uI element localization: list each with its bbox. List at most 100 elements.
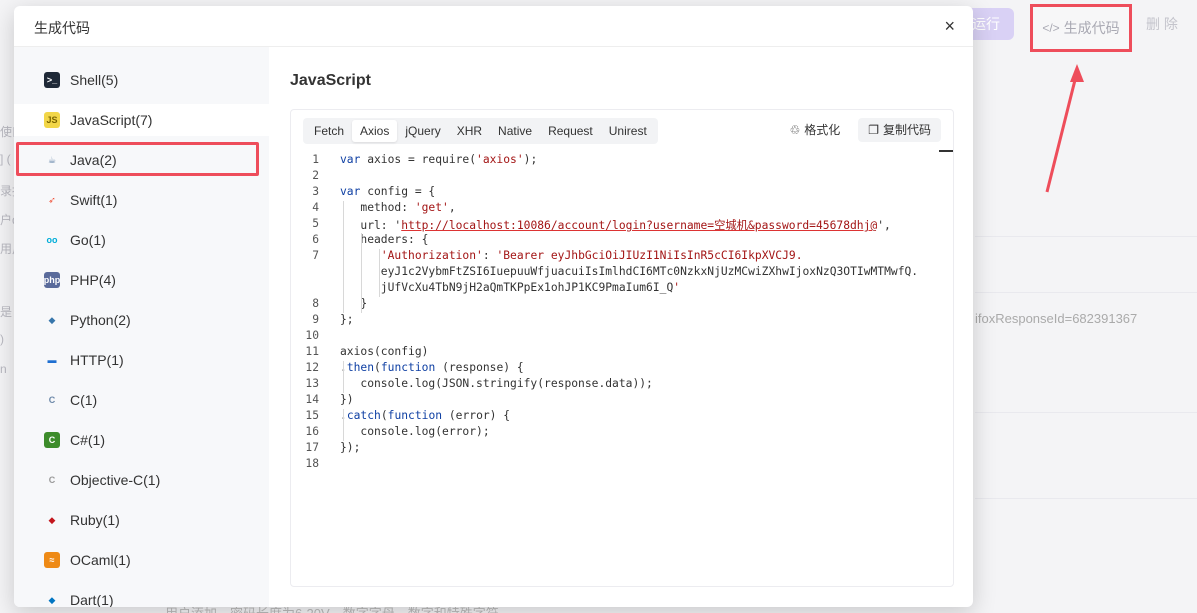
line-number: 15 — [305, 409, 319, 422]
line-number: 16 — [305, 425, 319, 438]
indent-guide — [361, 233, 362, 313]
tab-native[interactable]: Native — [490, 120, 540, 142]
line-number: 13 — [305, 377, 319, 390]
language-item-http[interactable]: ▬ HTTP(1) — [14, 344, 269, 376]
line-number: 14 — [305, 393, 319, 406]
java-icon: ☕ — [47, 154, 57, 165]
modal-body: >_ Shell(5) JS JavaScript(7) ☕ Java(2) ➶ Swift(… — [14, 46, 973, 607]
language-label: C#(1) — [70, 432, 106, 448]
language-item-javascript[interactable]: JS JavaScript(7) — [14, 104, 269, 136]
scrollbar[interactable] — [939, 150, 953, 152]
language-item-objective-c[interactable]: C Objective-C(1) — [14, 464, 269, 496]
code-line: } — [340, 297, 368, 310]
code-line: .then(function (response) { — [340, 361, 524, 374]
tab-request[interactable]: Request — [540, 120, 601, 142]
language-item-swift[interactable]: ➶ Swift(1) — [14, 184, 269, 216]
indent-guide — [343, 361, 344, 393]
language-label: HTTP(1) — [70, 352, 124, 368]
copy-label: 复制代码 — [882, 123, 931, 137]
go-icon: oo — [46, 235, 58, 245]
dart-icon: ◆ — [48, 594, 56, 605]
copy-icon: ❐ — [868, 123, 879, 137]
line-number: 3 — [312, 185, 319, 198]
tab-jquery[interactable]: jQuery — [397, 120, 448, 142]
line-number: 7 — [312, 249, 319, 262]
line-number: 10 — [305, 329, 319, 342]
language-item-ruby[interactable]: ◆ Ruby(1) — [14, 504, 269, 536]
indent-guide — [379, 249, 380, 297]
code-line: }; — [340, 313, 354, 326]
tab-unirest[interactable]: Unirest — [601, 120, 655, 142]
language-item-shell[interactable]: >_ Shell(5) — [14, 64, 269, 96]
tab-axios[interactable]: Axios — [352, 120, 398, 142]
http-icon: ▬ — [47, 355, 57, 365]
modal-title: 生成代码 — [34, 20, 90, 36]
code-line: url: 'http://localhost:10086/account/log… — [340, 219, 891, 232]
code-line: headers: { — [340, 233, 429, 246]
library-tabs: Fetch Axios jQuery XHR Native Request Unirest — [303, 118, 658, 144]
line-number: 9 — [312, 313, 319, 326]
code-line: method: 'get', — [340, 201, 456, 214]
code-line: var config = { — [340, 185, 436, 198]
language-title: JavaScript — [290, 72, 371, 89]
close-icon[interactable]: × — [944, 16, 955, 37]
language-item-c[interactable]: C C(1) — [14, 384, 269, 416]
format-button[interactable]: ♲ 格式化 — [779, 118, 850, 142]
code-line: console.log(JSON.stringify(response.data… — [340, 377, 653, 390]
tab-fetch[interactable]: Fetch — [306, 120, 352, 142]
code-panel: Fetch Axios jQuery XHR Native Request Unirest … — [290, 109, 954, 587]
code-line: 'Authorization': 'Bearer eyJhbGciOiJIUzI… — [380, 249, 803, 262]
language-label: Java(2) — [70, 152, 117, 168]
language-label: Shell(5) — [70, 72, 119, 88]
objective-c-icon: C — [48, 475, 56, 485]
language-label: PHP(4) — [70, 272, 116, 288]
tab-xhr[interactable]: XHR — [449, 120, 490, 142]
code-line: .catch(function (error) { — [340, 409, 511, 422]
line-number: 6 — [312, 233, 319, 246]
language-item-java[interactable]: ☕ Java(2) — [14, 144, 269, 176]
indent-guide — [343, 409, 344, 441]
line-number: 12 — [305, 361, 319, 374]
code-line: axios(config) — [340, 345, 429, 358]
code-actions: ♲ 格式化 ❐ 复制代码 — [779, 118, 941, 142]
line-number: 8 — [312, 297, 319, 310]
language-sidebar: >_ Shell(5) JS JavaScript(7) ☕ Java(2) ➶ Swift(… — [14, 47, 269, 607]
code-line: console.log(error); — [340, 425, 490, 438]
terminal-icon: >_ — [44, 72, 60, 88]
language-item-go[interactable]: oo Go(1) — [14, 224, 269, 256]
language-item-python[interactable]: ◆ Python(2) — [14, 304, 269, 336]
code-line: eyJ1c2VybmFtZSI6IuepuuWfjuacuiIsImlhdCI6… — [340, 265, 919, 278]
broom-icon: ♲ — [789, 123, 801, 137]
js-icon: JS — [44, 112, 60, 128]
copy-code-button[interactable]: ❐ 复制代码 — [858, 118, 941, 142]
language-item-dart[interactable]: ◆ Dart(1) — [14, 584, 269, 607]
language-label: Python(2) — [70, 312, 131, 328]
line-number: 5 — [312, 217, 319, 230]
ruby-icon: ◆ — [48, 514, 56, 525]
line-number: 18 — [305, 457, 319, 470]
language-item-ocaml[interactable]: ≈ OCaml(1) — [14, 544, 269, 576]
language-label: Ruby(1) — [70, 512, 120, 528]
swift-icon: ➶ — [48, 194, 56, 205]
php-icon: php — [44, 272, 60, 288]
language-label: JavaScript(7) — [70, 112, 153, 128]
language-label: Go(1) — [70, 232, 106, 248]
language-label: Dart(1) — [70, 592, 114, 607]
c-icon: C — [48, 395, 56, 405]
indent-guide — [343, 201, 344, 313]
code-line: }); — [340, 441, 361, 454]
language-item-php[interactable]: php PHP(4) — [14, 264, 269, 296]
code-line: var axios = require('axios'); — [340, 153, 538, 166]
language-item-c-[interactable]: C C#(1) — [14, 424, 269, 456]
code-editor[interactable]: 1 var axios = require('axios'); 2 3 var conf… — [291, 150, 953, 586]
code-line: }) — [340, 393, 354, 406]
language-label: OCaml(1) — [70, 552, 131, 568]
ocaml-icon: ≈ — [44, 552, 60, 568]
code-content: JavaScript Fetch Axios jQuery XHR Native Requ… — [269, 47, 973, 607]
line-number: 17 — [305, 441, 319, 454]
generate-code-modal: 生成代码 × >_ Shell(5) JS JavaScript(7) ☕ Java(2)… — [14, 6, 973, 607]
csharp-icon: C — [44, 432, 60, 448]
line-number: 4 — [312, 201, 319, 214]
line-number: 11 — [305, 345, 319, 358]
line-number: 1 — [312, 153, 319, 166]
